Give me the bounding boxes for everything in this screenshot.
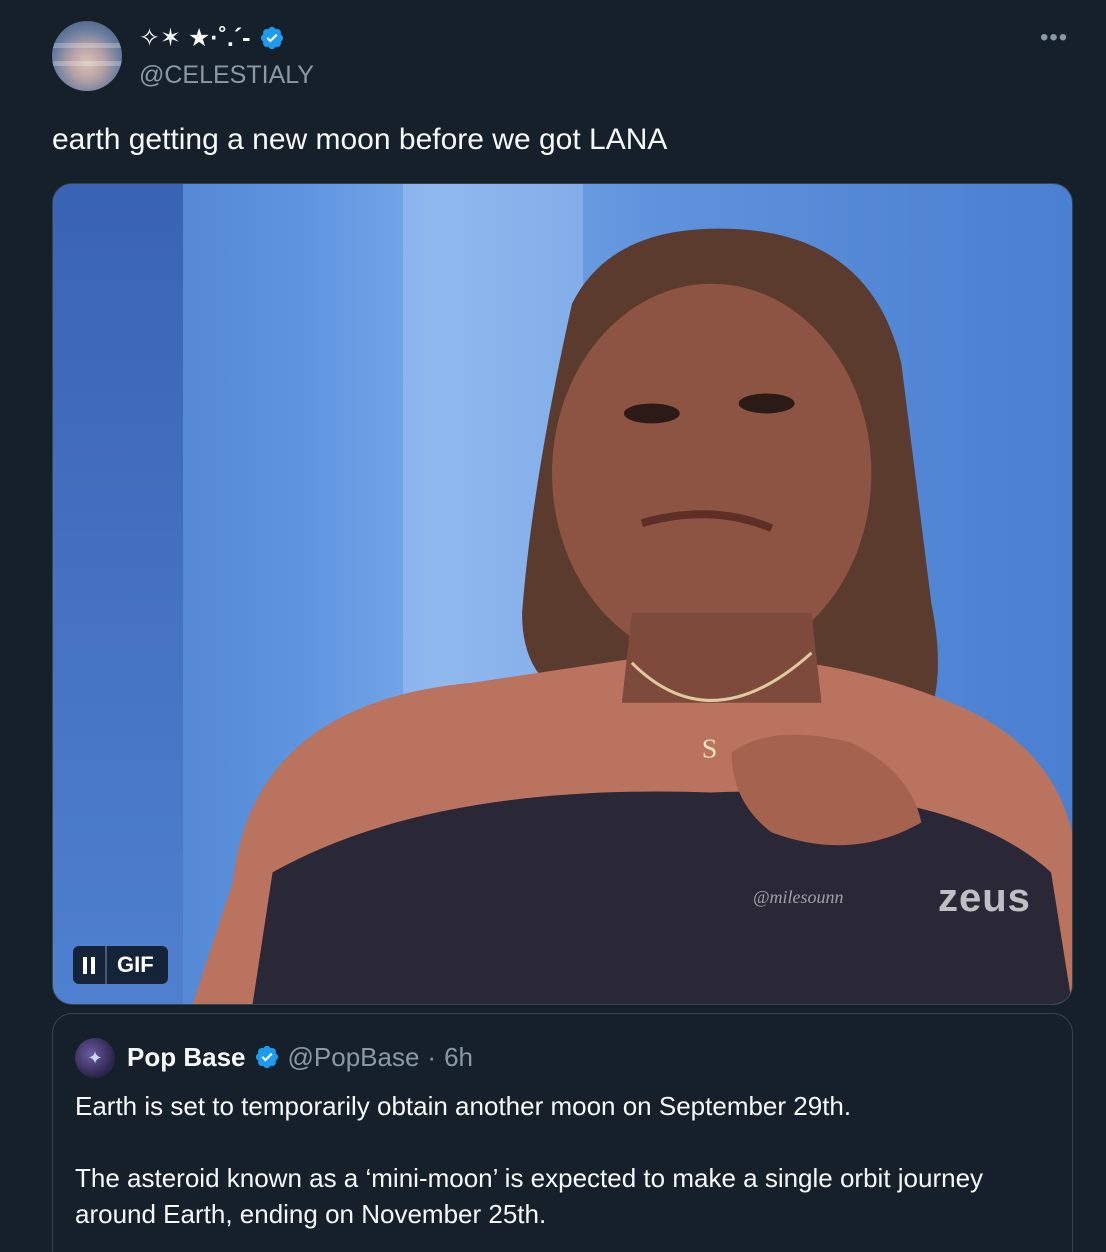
pause-icon[interactable] bbox=[73, 946, 107, 984]
svg-text:S: S bbox=[702, 734, 718, 765]
quoted-paragraph-2: The asteroid known as a ‘mini-moon’ is e… bbox=[75, 1163, 984, 1229]
author-handle[interactable]: @CELESTIALY bbox=[139, 59, 314, 91]
tweet-text: earth getting a new moon before we got L… bbox=[52, 123, 668, 156]
quoted-tweet-text: Earth is set to temporarily obtain anoth… bbox=[75, 1088, 1055, 1252]
watermark-brand: zeus bbox=[938, 876, 1031, 920]
quoted-timestamp[interactable]: 6h bbox=[444, 1040, 473, 1074]
verified-badge-icon bbox=[260, 26, 283, 50]
dot-separator: · bbox=[427, 1042, 437, 1072]
gif-label: GIF bbox=[117, 952, 154, 977]
author-display-name[interactable]: ✧✶ ★·˚.´- bbox=[139, 22, 285, 54]
gif-badge[interactable]: GIF bbox=[73, 946, 168, 984]
verified-badge-icon bbox=[255, 1045, 278, 1069]
quoted-author-name: Pop Base bbox=[127, 1042, 246, 1072]
quoted-paragraph-1: Earth is set to temporarily obtain anoth… bbox=[75, 1091, 852, 1121]
tweet[interactable]: ✧✶ ★·˚.´- @CELESTIALY ••• earth getting … bbox=[0, 0, 1106, 1252]
quoted-author-handle: @PopBase bbox=[287, 1042, 420, 1072]
gif-media[interactable]: S GIF @milesounn zeus bbox=[52, 183, 1073, 1005]
quoted-tweet[interactable]: ✦ Pop Base @PopBase · 6h Earth is set to… bbox=[52, 1013, 1073, 1252]
person-figure-image: S bbox=[192, 228, 1072, 1004]
quoted-author-avatar: ✦ bbox=[75, 1038, 115, 1078]
author-avatar[interactable] bbox=[52, 21, 122, 91]
author-name-text: ✧✶ ★·˚.´- bbox=[139, 24, 251, 52]
quoted-tweet-header: Pop Base @PopBase · 6h bbox=[127, 1040, 473, 1074]
more-options-icon[interactable]: ••• bbox=[1040, 24, 1068, 52]
watermark-handle: @milesounn bbox=[753, 887, 844, 907]
